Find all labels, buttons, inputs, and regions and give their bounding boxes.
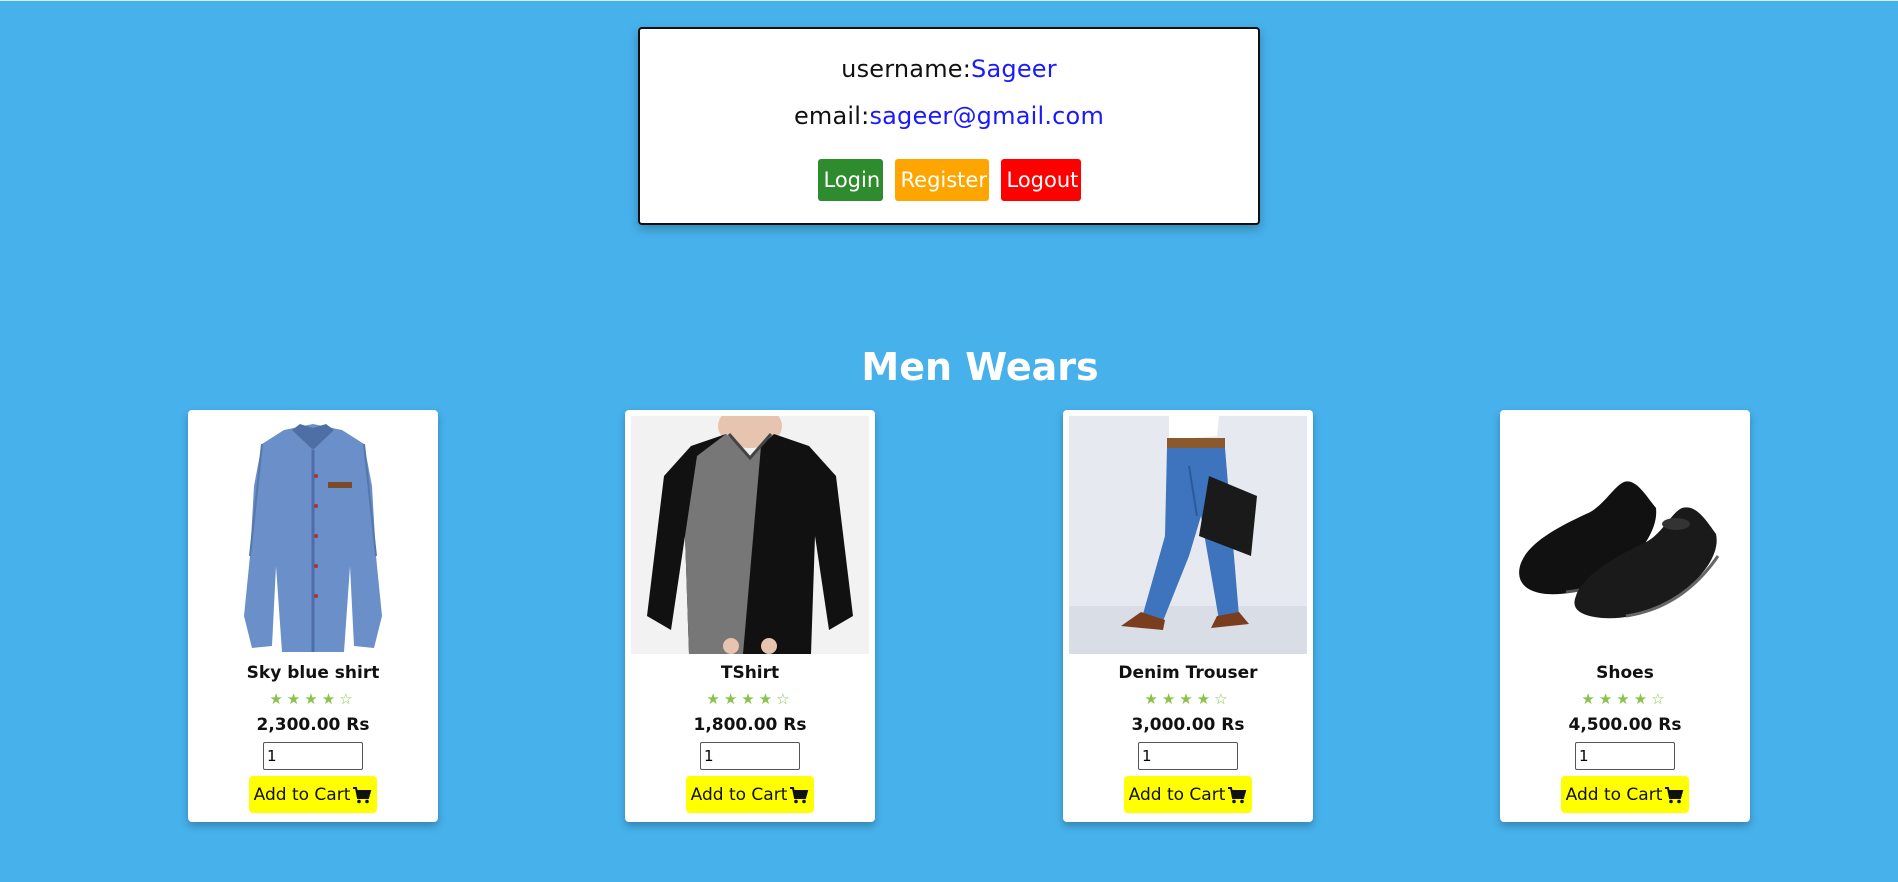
shoes-image [1506,416,1744,654]
trouser-image [1069,416,1307,654]
rating-stars: ★★★★☆ [1144,690,1232,708]
product-price: 2,300.00 Rs [256,715,370,735]
section-title: Men Wears [861,345,1099,389]
auth-button-row: Login Register Logout [640,159,1258,201]
add-to-cart-button[interactable]: Add to Cart [686,776,814,813]
rating-stars: ★★★★☆ [269,690,357,708]
add-to-cart-label: Add to Cart [253,784,351,805]
username-line: username:Sageer [640,55,1258,83]
email-line: email:sageer@gmail.com [640,102,1258,130]
shirt-image [194,416,432,654]
cart-icon [1228,786,1247,803]
user-info-card: username:Sageer email:sageer@gmail.com L… [638,27,1260,225]
quantity-input[interactable] [700,742,800,770]
product-card: Sky blue shirt ★★★★☆ 2,300.00 Rs Add to … [188,410,438,822]
product-card: Shoes ★★★★☆ 4,500.00 Rs Add to Cart [1500,410,1750,822]
rating-stars: ★★★★☆ [1581,690,1669,708]
add-to-cart-button[interactable]: Add to Cart [1124,776,1252,813]
product-card: Denim Trouser ★★★★☆ 3,000.00 Rs Add to C… [1063,410,1313,822]
email-label: email: [793,102,870,130]
quantity-input[interactable] [1575,742,1675,770]
product-name: Shoes [1596,663,1654,683]
add-to-cart-label: Add to Cart [690,784,788,805]
quantity-input[interactable] [1138,742,1238,770]
product-name: Denim Trouser [1118,663,1258,683]
add-to-cart-button[interactable]: Add to Cart [249,776,377,813]
cart-icon [353,786,372,803]
email-value: sageer@gmail.com [869,102,1105,130]
register-button[interactable]: Register [894,159,989,201]
login-button[interactable]: Login [817,159,883,201]
logout-button[interactable]: Logout [1000,159,1081,201]
add-to-cart-label: Add to Cart [1128,784,1226,805]
add-to-cart-button[interactable]: Add to Cart [1561,776,1689,813]
top-divider [0,0,1898,1]
product-name: TShirt [720,663,780,683]
rating-stars: ★★★★☆ [706,690,794,708]
cart-icon [790,786,809,803]
tshirt-image [631,416,869,654]
quantity-input[interactable] [263,742,363,770]
product-price: 3,000.00 Rs [1131,715,1245,735]
username-value: Sageer [971,55,1057,83]
product-price: 1,800.00 Rs [693,715,807,735]
product-price: 4,500.00 Rs [1568,715,1682,735]
username-label: username: [841,55,972,83]
add-to-cart-label: Add to Cart [1565,784,1663,805]
cart-icon [1665,786,1684,803]
product-name: Sky blue shirt [246,663,380,683]
product-card: TShirt ★★★★☆ 1,800.00 Rs Add to Cart [625,410,875,822]
